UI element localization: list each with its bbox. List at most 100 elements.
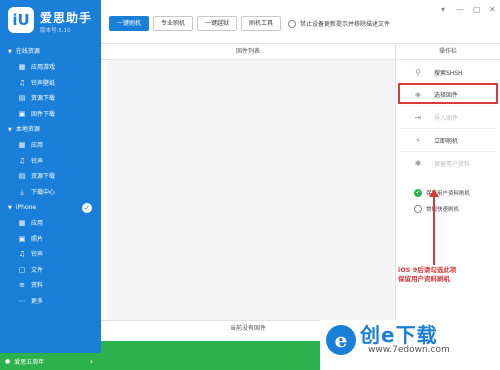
apps-icon: ▦ xyxy=(18,141,26,149)
sidebar-item-local-resources[interactable]: ▤ 资源下载 xyxy=(0,169,101,185)
op-label: 保留用户资料 xyxy=(434,160,471,168)
sidebar-item-info[interactable]: ≡ 资料 xyxy=(0,278,101,294)
section-online[interactable]: ▼ 在线资源 xyxy=(0,44,101,60)
app-name: 爱思助手 xyxy=(40,11,93,25)
photo-icon: ▣ xyxy=(18,234,26,243)
firmware-list-header: 固件列表 xyxy=(101,44,395,60)
sidebar-item-label: 更多 xyxy=(31,297,44,305)
annotation-note: iOS 9后请勾选此项 保留用户资料刷机 xyxy=(398,266,494,290)
minimize-icon[interactable]: — xyxy=(456,5,464,14)
sidebar-item-label: 铃声 xyxy=(31,251,44,258)
annotation-line: 保留用户资料刷机 xyxy=(398,275,450,283)
sidebar-item-label: 资源下载 xyxy=(31,95,56,102)
download-icon: ▤ xyxy=(18,94,26,102)
collapse-icon: ▼ xyxy=(8,205,12,211)
sidebar-item-label: 文件 xyxy=(31,266,44,274)
app-window: iU 爱思助手 版本号:5.10 ▼ 在线资源 ▦ 应用游戏 ♫ 铃声壁纸 ▤ 资源下… xyxy=(0,0,500,370)
search-shsh-button[interactable]: ⚲ 搜索SHSH xyxy=(396,60,500,84)
app-version: 版本号:5.10 xyxy=(40,28,71,34)
maximize-icon[interactable]: ▢ xyxy=(473,5,481,14)
app-logo: iU xyxy=(8,7,34,33)
sidebar-item-label: 应用游戏 xyxy=(31,64,56,71)
gift-icon: ● xyxy=(5,358,11,365)
option-label: 禁止设备更新提示并移除描述文件 xyxy=(300,21,391,28)
sidebar-item-download-center[interactable]: ⤓ 下载中心 xyxy=(0,185,101,201)
op-label: 立即刷机 xyxy=(434,137,459,145)
op-label: 搜索SHSH xyxy=(434,69,463,77)
keep-data-button[interactable]: ✱ 保留用户资料 xyxy=(396,151,500,175)
download-center-icon: ⤓ xyxy=(20,187,24,196)
sidebar-item-label: 下载中心 xyxy=(31,188,56,196)
chevron-right-icon: › xyxy=(89,357,93,366)
sidebar-item-local-ringtones[interactable]: ♫ 铃声 xyxy=(0,154,101,170)
search-icon: ⚲ xyxy=(415,67,421,77)
sidebar-item-label: 铃声壁纸 xyxy=(31,79,56,87)
firmware-icon: ▣ xyxy=(18,109,26,118)
sidebar-item-label: 铃声 xyxy=(31,157,44,165)
sidebar-item-label: 照片 xyxy=(31,235,44,243)
contacts-icon: ≡ xyxy=(19,281,25,289)
option-quick-flash[interactable]: 常规快速刷机 xyxy=(414,205,459,213)
ringtone-icon: ♫ xyxy=(18,156,26,165)
sidebar-item-firmware[interactable]: ▣ 固件下载 xyxy=(0,107,101,123)
sidebar-item-label: 固件下载 xyxy=(31,110,56,118)
tab-one-click-flash[interactable]: 一键刷机 xyxy=(109,16,149,31)
sidebar-item-local-apps[interactable]: ▦ 应用 xyxy=(0,138,101,154)
flash-icon: ⚡ xyxy=(415,135,421,145)
tab-pro-flash[interactable]: 专业刷机 xyxy=(153,16,193,31)
collapse-icon: ▼ xyxy=(8,127,12,133)
settings-icon: ✱ xyxy=(414,158,422,168)
sidebar-item-photos[interactable]: ▣ 照片 xyxy=(0,232,101,248)
ringtone-icon: ♫ xyxy=(18,78,26,87)
annotation-line: iOS 9后请勾选此项 xyxy=(398,266,457,274)
sidebar-item-apps[interactable]: ▦ 应用游戏 xyxy=(0,60,101,76)
more-icon: ⋯ xyxy=(18,296,26,305)
section-iphone[interactable]: ▼ iPhone ✓ xyxy=(0,200,101,216)
import-firmware-button[interactable]: ⇥ 导入固件 xyxy=(396,105,500,129)
collapse-icon: ▼ xyxy=(8,49,12,55)
section-local[interactable]: ▼ 本地资源 xyxy=(0,122,101,138)
tab-flash-tools[interactable]: 刷机工具 xyxy=(241,16,281,31)
section-title: 在线资源 xyxy=(15,48,40,55)
connected-check-icon: ✓ xyxy=(82,203,92,213)
file-icon: ▢ xyxy=(18,265,26,274)
promo-label: 爱思五周年 xyxy=(14,359,45,366)
sidebar: iU 爱思助手 版本号:5.10 ▼ 在线资源 ▦ 应用游戏 ♫ 铃声壁纸 ▤ 资源下… xyxy=(0,0,101,370)
highlight-box xyxy=(398,83,498,104)
sidebar-item-label: 应用 xyxy=(31,142,44,149)
sidebar-item-label: 应用 xyxy=(31,220,44,227)
check-circle-icon: ✓ xyxy=(414,189,422,197)
radio-icon xyxy=(288,19,296,28)
sidebar-item-label: 资源下载 xyxy=(31,173,56,180)
annotation-arrow xyxy=(433,195,435,265)
close-icon[interactable]: ✕ xyxy=(489,5,496,14)
tab-jailbreak[interactable]: 一键越狱 xyxy=(197,16,237,31)
sidebar-item-more[interactable]: ⋯ 更多 xyxy=(0,294,101,310)
op-label: 导入固件 xyxy=(434,114,459,122)
sidebar-item-label: 资料 xyxy=(31,282,44,289)
sidebar-item-resources[interactable]: ▤ 资源下载 xyxy=(0,91,101,107)
sidebar-item-files[interactable]: ▢ 文件 xyxy=(0,263,101,279)
option-label: 常规快速刷机 xyxy=(426,207,460,213)
section-title: 本地资源 xyxy=(15,126,40,133)
option-keep-data[interactable]: ✓ 保留用户资料刷机 xyxy=(414,189,470,197)
sidebar-item-device-ringtones[interactable]: ♫ 铃声 xyxy=(0,247,101,263)
toolbar: 一键刷机 专业刷机 一键越狱 刷机工具 禁止设备更新提示并移除描述文件 ▾ — … xyxy=(101,0,500,44)
brand: iU 爱思助手 版本号:5.10 xyxy=(0,0,101,44)
flash-now-button[interactable]: ⚡ 立即刷机 xyxy=(396,128,500,152)
watermark-logo: e xyxy=(326,325,356,355)
download-icon: ▤ xyxy=(18,172,26,180)
apps-icon: ▦ xyxy=(18,219,26,227)
sidebar-item-device-apps[interactable]: ▦ 应用 xyxy=(0,216,101,232)
firmware-list[interactable] xyxy=(107,60,395,320)
operations-header: 操作栏 xyxy=(396,44,500,60)
radio-icon xyxy=(414,205,422,213)
apps-icon: ▦ xyxy=(18,63,26,71)
disable-update-option[interactable]: 禁止设备更新提示并移除描述文件 xyxy=(288,19,390,28)
promo-banner[interactable]: ● 爱思五周年 › xyxy=(0,353,101,370)
watermark-url: www.7edown.com xyxy=(368,345,450,355)
sidebar-item-ringtones[interactable]: ♫ 铃声壁纸 xyxy=(0,76,101,92)
ringtone-icon: ♫ xyxy=(18,250,26,258)
settings-icon[interactable]: ▾ xyxy=(441,5,445,14)
section-title: iPhone xyxy=(15,204,37,211)
